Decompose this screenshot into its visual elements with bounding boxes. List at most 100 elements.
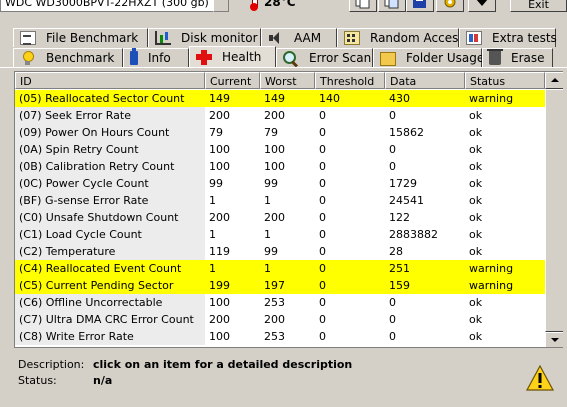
- cell-text: (C7) Ultra DMA CRC Error Count: [19, 313, 194, 326]
- chevron-down-icon[interactable]: [213, 0, 229, 12]
- table-row[interactable]: (0B) Calibration Retry Count 100 100 0 0 ok: [15, 158, 545, 175]
- exit-button[interactable]: Exit: [510, 0, 567, 12]
- cell-id: (C5) Current Pending Sector: [15, 277, 205, 294]
- table-row[interactable]: (0A) Spin Retry Count 100 100 0 0 ok: [15, 141, 545, 158]
- cell-text: 2883882: [389, 228, 438, 241]
- cell-id: (0A) Spin Retry Count: [15, 141, 205, 158]
- table-row[interactable]: (C1) Load Cycle Count 1 1 0 2883882 ok: [15, 226, 545, 243]
- column-header-worst[interactable]: Worst: [260, 72, 315, 89]
- tab-health[interactable]: Health: [189, 46, 276, 67]
- cell-text: 0: [389, 160, 396, 173]
- scroll-down-button[interactable]: [545, 332, 563, 347]
- table-row[interactable]: (C5) Current Pending Sector 199 197 0 159 war…: [15, 277, 545, 294]
- cell-text: 0: [389, 296, 396, 309]
- table-row[interactable]: (09) Power On Hours Count 79 79 0 15862 ok: [15, 124, 545, 141]
- cell-text: (C0) Unsafe Shutdown Count: [19, 211, 179, 224]
- cell-data: 0: [385, 158, 465, 175]
- cell-threshold: 0: [315, 107, 385, 124]
- down-button[interactable]: [468, 0, 496, 12]
- table-row[interactable]: (07) Seek Error Rate 200 200 0 0 ok: [15, 107, 545, 124]
- cell-text: (C8) Write Error Rate: [19, 330, 134, 343]
- cell-status: ok: [465, 209, 545, 226]
- table-row[interactable]: (C0) Unsafe Shutdown Count 200 200 0 122 ok: [15, 209, 545, 226]
- cell-text: 99: [264, 245, 278, 258]
- scroll-thumb[interactable]: [545, 89, 563, 332]
- document-icon: [20, 31, 36, 45]
- tab-erase[interactable]: Erase: [482, 48, 553, 67]
- column-header-data[interactable]: Data: [385, 72, 465, 89]
- save-button[interactable]: [406, 0, 434, 12]
- cell-text: 0: [389, 109, 396, 122]
- cell-id: (C8) Write Error Rate: [15, 328, 205, 345]
- cell-text: 0: [319, 279, 326, 292]
- tab-label: Erase: [511, 51, 545, 65]
- cell-text: (C2) Temperature: [19, 245, 116, 258]
- tab-file-benchmark[interactable]: File Benchmark: [13, 28, 148, 47]
- cell-text: (C4) Reallocated Event Count: [19, 262, 182, 275]
- table-row[interactable]: (C2) Temperature 119 99 0 28 ok: [15, 243, 545, 260]
- column-header-current[interactable]: Current: [205, 72, 260, 89]
- tab-disk-monitor[interactable]: Disk monitor: [148, 28, 261, 47]
- cell-text: 253: [264, 296, 285, 309]
- info-icon: [130, 48, 138, 65]
- cell-current: 119: [205, 243, 260, 260]
- table-row[interactable]: (C6) Offline Uncorrectable 100 253 0 0 ok: [15, 294, 545, 311]
- drive-select[interactable]: WDC WD3000BPVT-22HXZT (300 gb): [0, 0, 228, 12]
- table-row[interactable]: (C4) Reallocated Event Count 1 1 0 251 warnin…: [15, 260, 545, 277]
- cell-text: 200: [264, 211, 285, 224]
- tab-extra-tests[interactable]: Extra tests: [459, 28, 557, 47]
- tab-error-scan[interactable]: Error Scan: [276, 48, 373, 67]
- cell-text: 199: [209, 279, 230, 292]
- column-header-status[interactable]: Status: [465, 72, 545, 89]
- smart-attribute-list[interactable]: ID Current Worst Threshold Data Status (…: [14, 71, 563, 348]
- table-row[interactable]: (BF) G-sense Error Rate 1 1 0 24541 ok: [15, 192, 545, 209]
- tab-benchmark[interactable]: Benchmark: [13, 48, 123, 67]
- thermometer-icon: [248, 0, 260, 11]
- cell-text: (C5) Current Pending Sector: [19, 279, 174, 292]
- cell-worst: 1: [260, 226, 315, 243]
- save-icon: [413, 0, 426, 8]
- cell-data: 1729: [385, 175, 465, 192]
- cell-text: ok: [469, 177, 483, 190]
- scroll-up-button[interactable]: [545, 72, 563, 89]
- table-row[interactable]: (C8) Write Error Rate 100 253 0 0 ok: [15, 328, 545, 345]
- tab-folder-usage[interactable]: Folder Usage: [373, 48, 484, 67]
- tab-info[interactable]: Info: [123, 48, 189, 67]
- table-row[interactable]: (05) Reallocated Sector Count 149 149 140 43…: [15, 90, 545, 107]
- cell-text: ok: [469, 109, 483, 122]
- cell-threshold: 0: [315, 311, 385, 328]
- copy-text-button[interactable]: [349, 0, 377, 12]
- cell-text: 1729: [389, 177, 417, 190]
- temperature-indicator: 28°C: [248, 0, 308, 11]
- cell-text: (0B) Calibration Retry Count: [19, 160, 175, 173]
- cell-threshold: 0: [315, 209, 385, 226]
- table-row[interactable]: (0C) Power Cycle Count 99 99 0 1729 ok: [15, 175, 545, 192]
- cell-text: (0A) Spin Retry Count: [19, 143, 139, 156]
- table-row[interactable]: (C7) Ultra DMA CRC Error Count 200 200 0 0 ok: [15, 311, 545, 328]
- cell-id: (C4) Reallocated Event Count: [15, 260, 205, 277]
- tab-row-top: File Benchmark Disk monitor AAM Random A…: [0, 28, 557, 47]
- vertical-scrollbar[interactable]: [545, 72, 563, 347]
- column-header-id[interactable]: ID: [15, 72, 205, 89]
- cell-status: ok: [465, 226, 545, 243]
- tab-random-access[interactable]: Random Access: [337, 28, 465, 47]
- cell-text: 100: [209, 143, 230, 156]
- cell-threshold: 0: [315, 294, 385, 311]
- cell-current: 200: [205, 209, 260, 226]
- cell-text: 0: [319, 160, 326, 173]
- cell-text: warning: [469, 262, 514, 275]
- cell-id: (07) Seek Error Rate: [15, 107, 205, 124]
- cell-data: 0: [385, 328, 465, 345]
- chart-icon: [155, 31, 171, 45]
- options-button[interactable]: [436, 0, 464, 12]
- column-header-threshold[interactable]: Threshold: [315, 72, 385, 89]
- cell-current: 149: [205, 90, 260, 107]
- cell-data: 2883882: [385, 226, 465, 243]
- copy-screenshot-button[interactable]: [378, 0, 406, 12]
- cell-current: 199: [205, 277, 260, 294]
- magnifier-icon: [283, 51, 299, 65]
- cell-data: 0: [385, 107, 465, 124]
- cell-worst: 200: [260, 209, 315, 226]
- tab-aam[interactable]: AAM: [261, 28, 337, 47]
- cell-id: (C6) Offline Uncorrectable: [15, 294, 205, 311]
